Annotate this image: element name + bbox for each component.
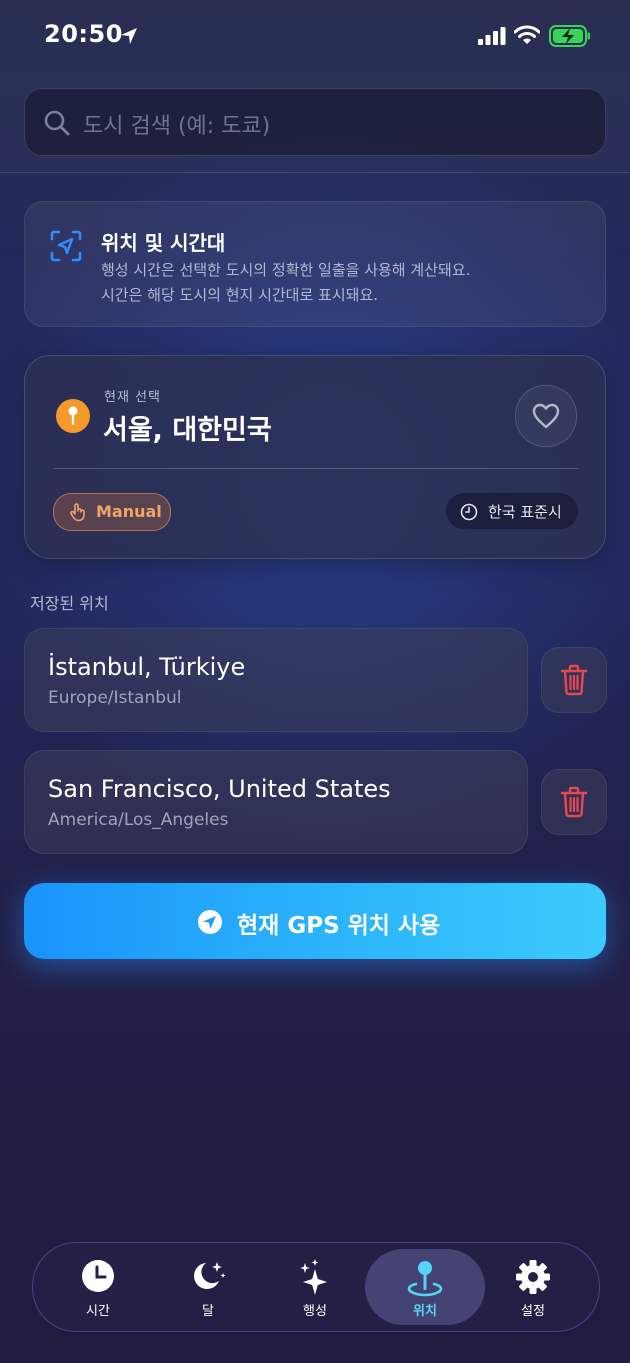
- clock-icon: [82, 1260, 114, 1292]
- saved-location-name: İstanbul, Türkiye: [48, 653, 246, 681]
- tab-planet-label: 행성: [303, 1304, 327, 1319]
- info-description-line-1: 행성 시간은 선택한 도시의 정확한 일출을 사용해 계산돼요.: [101, 261, 471, 279]
- clock-small-icon: [460, 503, 478, 521]
- saved-location-timezone: Europe/Istanbul: [48, 688, 182, 708]
- saved-location-timezone: America/Los_Angeles: [48, 810, 229, 830]
- map-pin-icon: [56, 399, 90, 433]
- info-title: 위치 및 시간대: [101, 231, 226, 255]
- info-description-line-2: 시간은 해당 도시의 현지 시간대로 표시돼요.: [101, 286, 379, 304]
- location-pin-icon: [407, 1261, 443, 1297]
- tab-location[interactable]: 위치: [365, 1249, 485, 1325]
- delete-location-button[interactable]: [541, 769, 607, 835]
- card-divider: [54, 468, 578, 469]
- tab-location-label: 위치: [413, 1304, 437, 1319]
- tab-planet[interactable]: 행성: [259, 1243, 371, 1331]
- timezone-label: 한국 표준시: [488, 503, 562, 521]
- tab-time[interactable]: 시간: [42, 1243, 154, 1331]
- status-bar: 20:50: [0, 0, 630, 72]
- saved-location-item[interactable]: İstanbul, Türkiye Europe/Istanbul: [24, 628, 528, 732]
- location-scan-icon: [50, 230, 82, 262]
- wifi-icon: [514, 25, 540, 44]
- current-city-name: 서울, 대한민국: [103, 415, 272, 446]
- cellular-signal-icon: [478, 27, 506, 45]
- search-icon: [44, 110, 70, 136]
- saved-locations-heading: 저장된 위치: [30, 594, 109, 613]
- status-time: 20:50: [44, 20, 123, 48]
- favorite-button[interactable]: [515, 385, 577, 447]
- manual-mode-label: Manual: [96, 502, 162, 521]
- search-placeholder: 도시 검색 (예: 도쿄): [83, 114, 271, 139]
- bottom-tab-bar: 시간 달 행성 위치 설정: [32, 1242, 600, 1332]
- location-arrow-icon: [121, 28, 137, 44]
- delete-location-button[interactable]: [541, 647, 607, 713]
- trash-icon: [560, 664, 588, 696]
- current-location-card: 현재 선택 서울, 대한민국 Manual 한국 표준시: [24, 355, 606, 559]
- sparkle-icon: [300, 1259, 327, 1295]
- battery-charging-icon: [549, 25, 590, 47]
- location-info-card: 위치 및 시간대 행성 시간은 선택한 도시의 정확한 일출을 사용해 계산돼요…: [24, 201, 606, 327]
- gps-button-label: 현재 GPS 위치 사용: [237, 913, 441, 939]
- use-current-gps-button[interactable]: 현재 GPS 위치 사용: [24, 883, 606, 959]
- manual-mode-badge[interactable]: Manual: [53, 493, 171, 531]
- tab-settings[interactable]: 설정: [477, 1243, 589, 1331]
- gear-icon: [516, 1260, 550, 1294]
- current-selection-caption: 현재 선택: [104, 390, 161, 405]
- city-search-input[interactable]: 도시 검색 (예: 도쿄): [24, 88, 606, 156]
- tab-time-label: 시간: [86, 1304, 110, 1319]
- heart-icon: [532, 403, 560, 429]
- saved-location-item[interactable]: San Francisco, United States America/Los…: [24, 750, 528, 854]
- tab-settings-label: 설정: [521, 1304, 545, 1319]
- navigation-arrow-icon: [198, 910, 222, 934]
- search-section: 도시 검색 (예: 도쿄): [0, 72, 630, 173]
- tab-moon[interactable]: 달: [152, 1243, 264, 1331]
- moon-icon: [194, 1262, 226, 1289]
- timezone-badge: 한국 표준시: [446, 493, 578, 529]
- trash-icon: [560, 786, 588, 818]
- saved-location-name: San Francisco, United States: [48, 775, 391, 803]
- tab-moon-label: 달: [202, 1304, 214, 1319]
- hand-tap-icon: [70, 503, 85, 522]
